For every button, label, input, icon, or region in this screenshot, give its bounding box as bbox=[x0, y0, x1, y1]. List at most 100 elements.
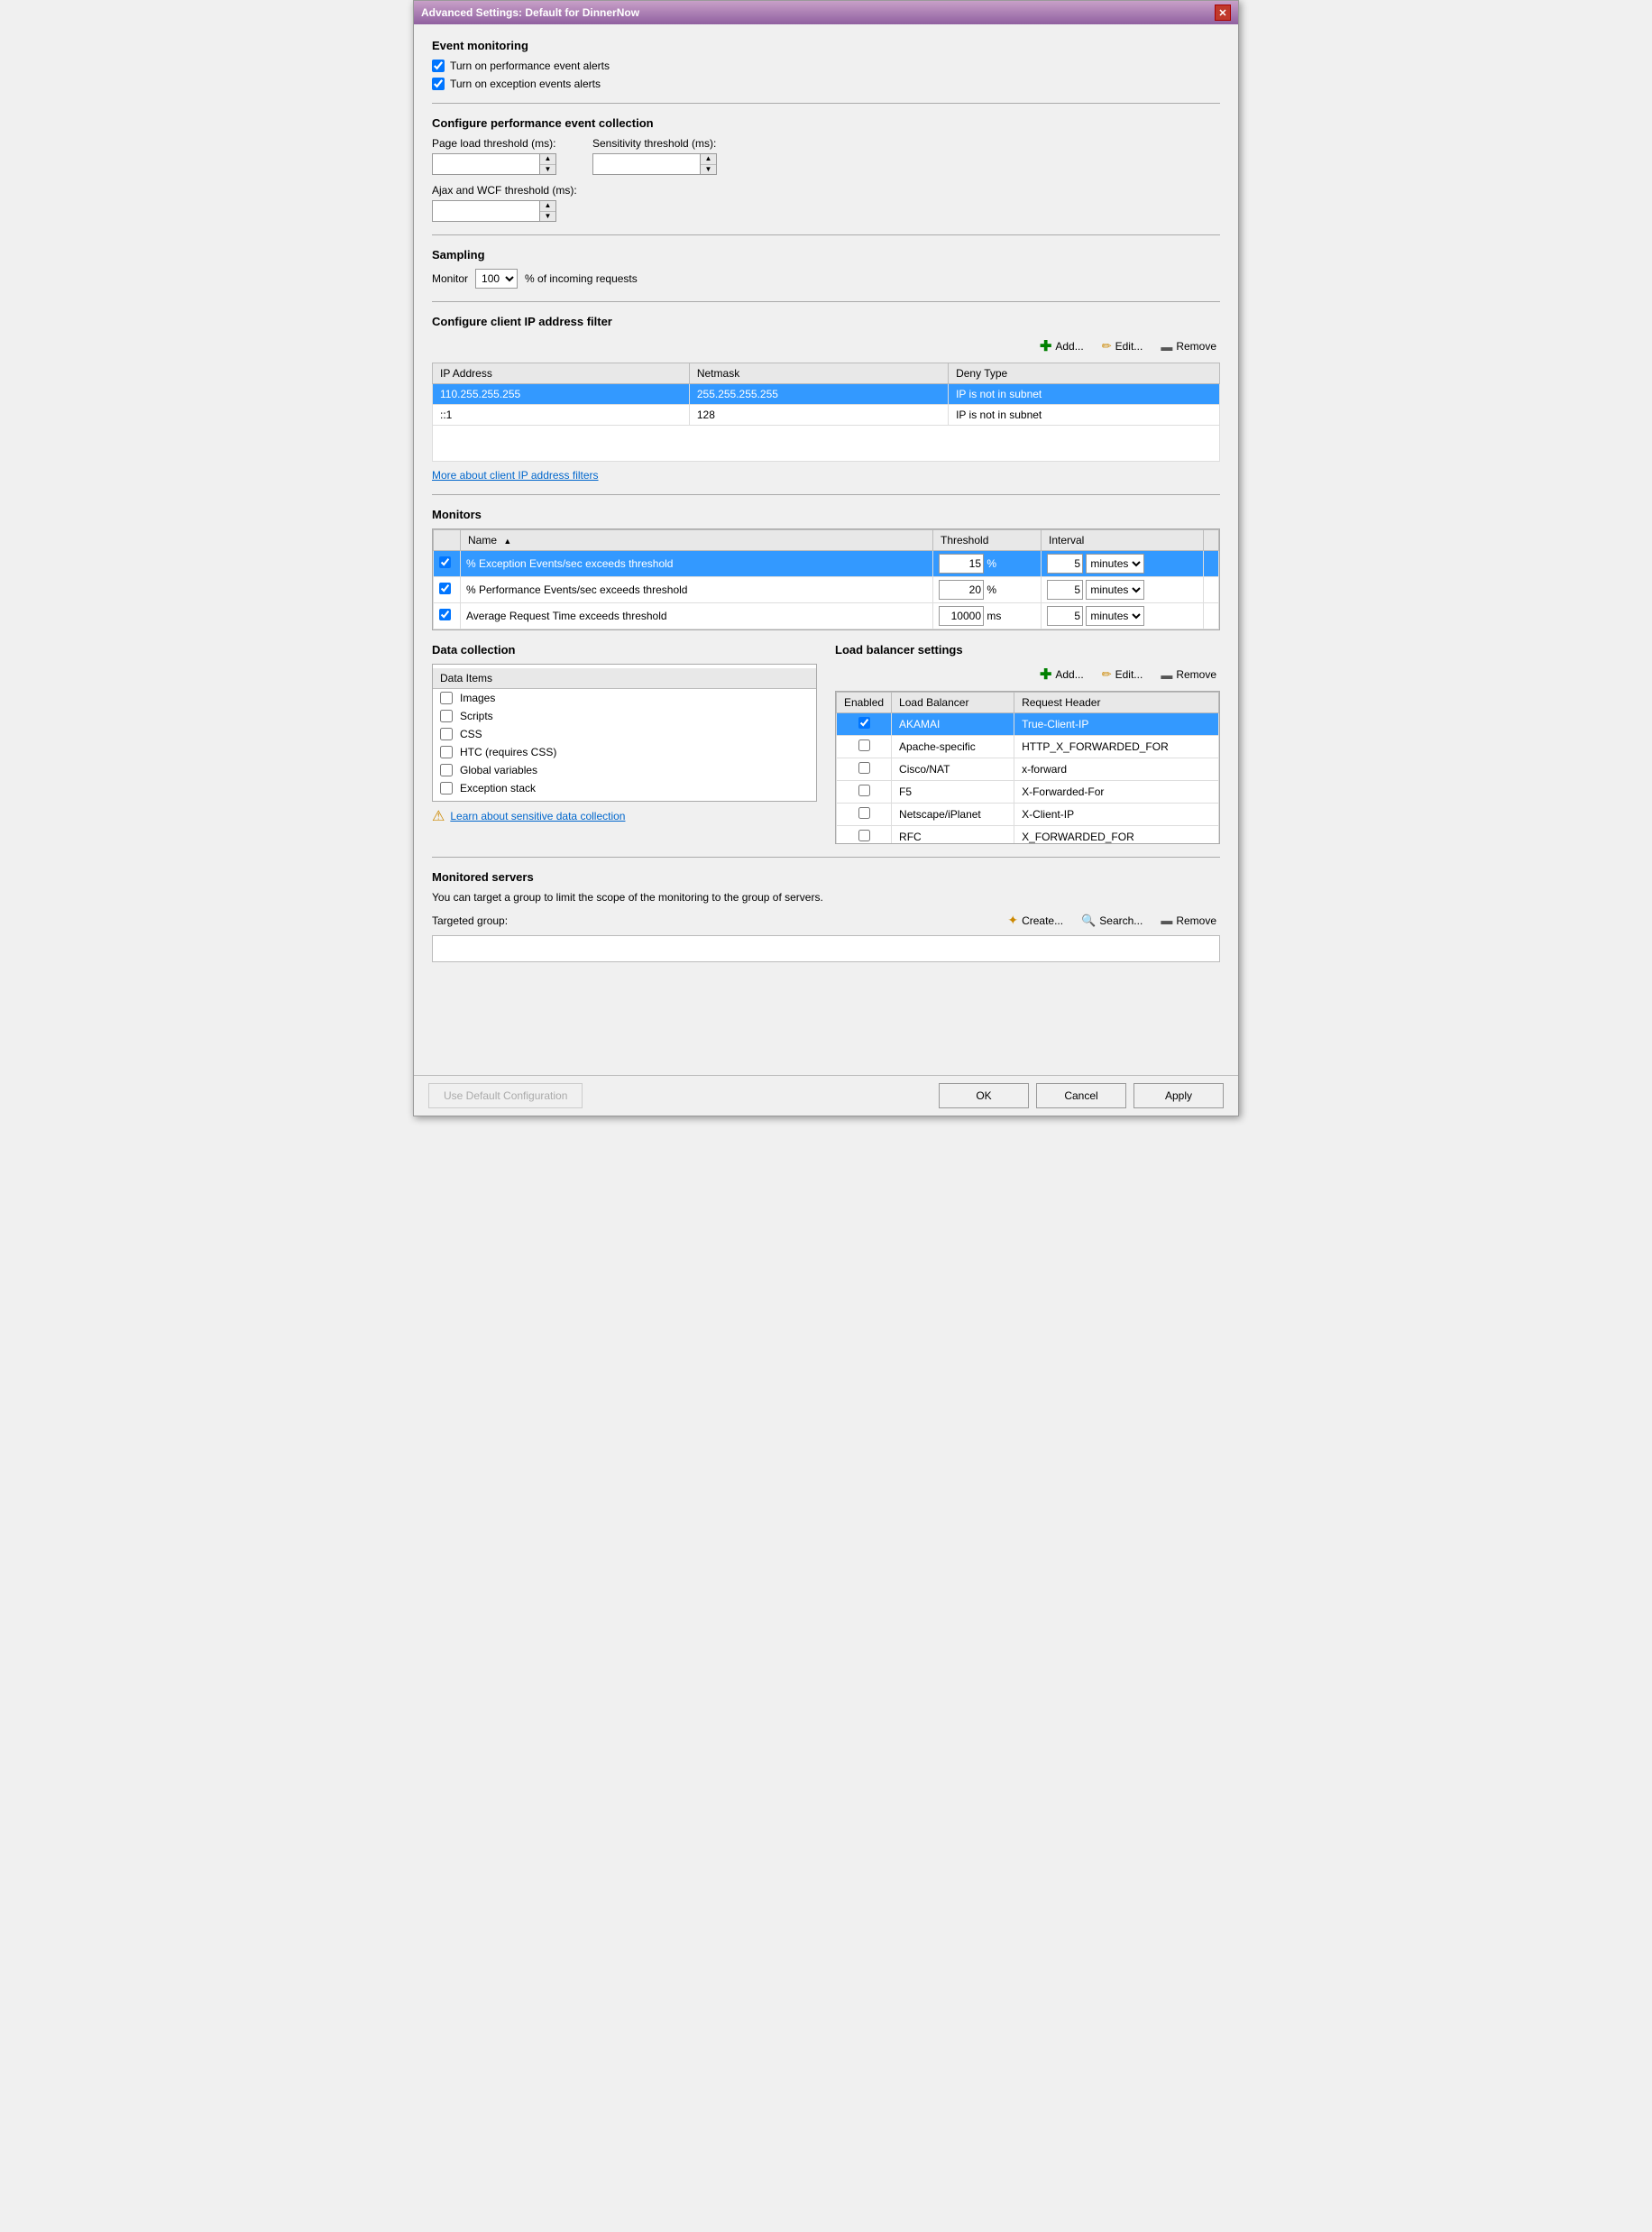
servers-remove-icon: ▬ bbox=[1161, 914, 1172, 927]
ip-filter-toolbar: ✚ Add... ✏ Edit... ▬ Remove bbox=[432, 335, 1220, 357]
monitor-row[interactable]: % Exception Events/sec exceeds threshold… bbox=[434, 551, 1219, 577]
lb-enabled-cell[interactable] bbox=[837, 758, 892, 781]
targeted-group-box bbox=[432, 935, 1220, 962]
list-item: HTC (requires CSS) bbox=[433, 743, 816, 761]
threshold-unit-3: ms bbox=[987, 610, 1001, 622]
threshold-input-3[interactable] bbox=[939, 606, 984, 626]
monitor-threshold-cell: % bbox=[933, 577, 1042, 603]
monitor-check-cell[interactable] bbox=[434, 603, 461, 629]
lb-enabled-cell[interactable] bbox=[837, 804, 892, 826]
monitor-select[interactable]: 100 50 25 10 bbox=[475, 269, 518, 289]
css-checkbox[interactable] bbox=[440, 728, 453, 740]
table-row[interactable]: ::1 128 IP is not in subnet bbox=[433, 405, 1220, 426]
ajax-wcf-up-arrow[interactable]: ▲ bbox=[540, 201, 555, 212]
search-label: Search... bbox=[1099, 914, 1143, 927]
lb-enabled-cell[interactable] bbox=[837, 826, 892, 845]
lb-row[interactable]: Cisco/NAT x-forward bbox=[837, 758, 1219, 781]
monitor-check-cell[interactable] bbox=[434, 551, 461, 577]
divider-1 bbox=[432, 103, 1220, 104]
page-load-down-arrow[interactable]: ▼ bbox=[540, 165, 555, 175]
lb-enabled-cell[interactable] bbox=[837, 713, 892, 736]
interval-select-2[interactable]: minutes hours bbox=[1086, 580, 1144, 600]
cancel-button[interactable]: Cancel bbox=[1036, 1083, 1126, 1108]
netmask-cell: 255.255.255.255 bbox=[689, 384, 948, 405]
ip-edit-button[interactable]: ✏ Edit... bbox=[1098, 337, 1147, 355]
close-button[interactable]: ✕ bbox=[1215, 5, 1231, 21]
ajax-wcf-input[interactable]: 5000 bbox=[432, 200, 540, 222]
lb-enabled-cell[interactable] bbox=[837, 736, 892, 758]
sensitivity-label: Sensitivity threshold (ms): bbox=[592, 137, 717, 150]
sensitive-data-link[interactable]: Learn about sensitive data collection bbox=[450, 810, 625, 822]
monitors-table: Name ▲ Threshold Interval % Exception Ev… bbox=[433, 529, 1219, 629]
page-load-spinner: 15000 ▲ ▼ bbox=[432, 153, 556, 175]
ip-remove-button[interactable]: ▬ Remove bbox=[1157, 338, 1220, 355]
exception-stack-checkbox[interactable] bbox=[440, 782, 453, 795]
ajax-wcf-down-arrow[interactable]: ▼ bbox=[540, 212, 555, 222]
default-config-button[interactable]: Use Default Configuration bbox=[428, 1083, 583, 1108]
page-load-label: Page load threshold (ms): bbox=[432, 137, 556, 150]
servers-remove-button[interactable]: ▬ Remove bbox=[1157, 912, 1220, 929]
lb-edit-button[interactable]: ✏ Edit... bbox=[1098, 666, 1147, 684]
perf-alerts-checkbox[interactable] bbox=[432, 60, 445, 72]
ajax-wcf-field: Ajax and WCF threshold (ms): 5000 ▲ ▼ bbox=[432, 184, 1220, 222]
targeted-group-toolbar: ✦ Create... 🔍 Search... ▬ Remove bbox=[1004, 911, 1220, 930]
sensitivity-spinner-btn[interactable]: ▲ ▼ bbox=[701, 153, 717, 175]
monitor-check-cell[interactable] bbox=[434, 577, 461, 603]
monitor-row[interactable]: % Performance Events/sec exceeds thresho… bbox=[434, 577, 1219, 603]
table-row[interactable]: 110.255.255.255 255.255.255.255 IP is no… bbox=[433, 384, 1220, 405]
lb-edit-icon: ✏ bbox=[1102, 667, 1112, 682]
search-button[interactable]: 🔍 Search... bbox=[1078, 912, 1146, 930]
monitor-interval-cell: minutes hours bbox=[1042, 551, 1204, 577]
monitors-name-col[interactable]: Name ▲ bbox=[461, 530, 933, 551]
lb-table: Enabled Load Balancer Request Header AKA… bbox=[836, 692, 1219, 844]
sensitivity-input[interactable]: 3000 bbox=[592, 153, 701, 175]
interval-select-1[interactable]: minutes hours bbox=[1086, 554, 1144, 574]
divider-2 bbox=[432, 234, 1220, 235]
lb-row[interactable]: Netscape/iPlanet X-Client-IP bbox=[837, 804, 1219, 826]
interval-select-3[interactable]: minutes hours bbox=[1086, 606, 1144, 626]
interval-input-1[interactable] bbox=[1047, 554, 1083, 574]
warning-icon: ⚠ bbox=[432, 807, 445, 825]
interval-input-3[interactable] bbox=[1047, 606, 1083, 626]
monitored-servers-section: Monitored servers You can target a group… bbox=[432, 870, 1220, 962]
lb-header-cell: HTTP_X_FORWARDED_FOR bbox=[1014, 736, 1219, 758]
htc-checkbox[interactable] bbox=[440, 746, 453, 758]
edit-icon: ✏ bbox=[1102, 339, 1112, 354]
page-load-input[interactable]: 15000 bbox=[432, 153, 540, 175]
lb-row[interactable]: Apache-specific HTTP_X_FORWARDED_FOR bbox=[837, 736, 1219, 758]
lb-row[interactable]: RFC X_FORWARDED_FOR bbox=[837, 826, 1219, 845]
monitor-row[interactable]: Average Request Time exceeds threshold m… bbox=[434, 603, 1219, 629]
ip-add-button[interactable]: ✚ Add... bbox=[1036, 335, 1088, 357]
global-vars-checkbox[interactable] bbox=[440, 764, 453, 776]
netmask-col-header: Netmask bbox=[689, 363, 948, 384]
threshold-input-1[interactable] bbox=[939, 554, 984, 574]
lb-row[interactable]: F5 X-Forwarded-For bbox=[837, 781, 1219, 804]
sensitivity-spinner: 3000 ▲ ▼ bbox=[592, 153, 717, 175]
ip-filter-link[interactable]: More about client IP address filters bbox=[432, 469, 599, 482]
perf-alerts-row: Turn on performance event alerts bbox=[432, 60, 1220, 72]
page-load-up-arrow[interactable]: ▲ bbox=[540, 154, 555, 165]
lb-remove-button[interactable]: ▬ Remove bbox=[1157, 666, 1220, 684]
lb-add-icon: ✚ bbox=[1040, 666, 1051, 684]
lb-row[interactable]: AKAMAI True-Client-IP bbox=[837, 713, 1219, 736]
monitored-servers-desc: You can target a group to limit the scop… bbox=[432, 891, 1220, 904]
lb-header-cell: x-forward bbox=[1014, 758, 1219, 781]
threshold-input-2[interactable] bbox=[939, 580, 984, 600]
sensitivity-down-arrow[interactable]: ▼ bbox=[701, 165, 716, 175]
monitors-title: Monitors bbox=[432, 508, 1220, 521]
exception-alerts-checkbox[interactable] bbox=[432, 78, 445, 90]
sensitivity-up-arrow[interactable]: ▲ bbox=[701, 154, 716, 165]
scripts-checkbox[interactable] bbox=[440, 710, 453, 722]
apply-button[interactable]: Apply bbox=[1133, 1083, 1224, 1108]
ajax-wcf-spinner-btn[interactable]: ▲ ▼ bbox=[540, 200, 556, 222]
lb-header-cell: X-Client-IP bbox=[1014, 804, 1219, 826]
create-button[interactable]: ✦ Create... bbox=[1004, 911, 1067, 930]
page-load-spinner-btn[interactable]: ▲ ▼ bbox=[540, 153, 556, 175]
lb-enabled-cell[interactable] bbox=[837, 781, 892, 804]
images-checkbox[interactable] bbox=[440, 692, 453, 704]
interval-input-2[interactable] bbox=[1047, 580, 1083, 600]
ip-cell: 110.255.255.255 bbox=[433, 384, 690, 405]
exception-stack-label: Exception stack bbox=[460, 782, 536, 795]
lb-add-button[interactable]: ✚ Add... bbox=[1036, 664, 1088, 685]
ok-button[interactable]: OK bbox=[939, 1083, 1029, 1108]
